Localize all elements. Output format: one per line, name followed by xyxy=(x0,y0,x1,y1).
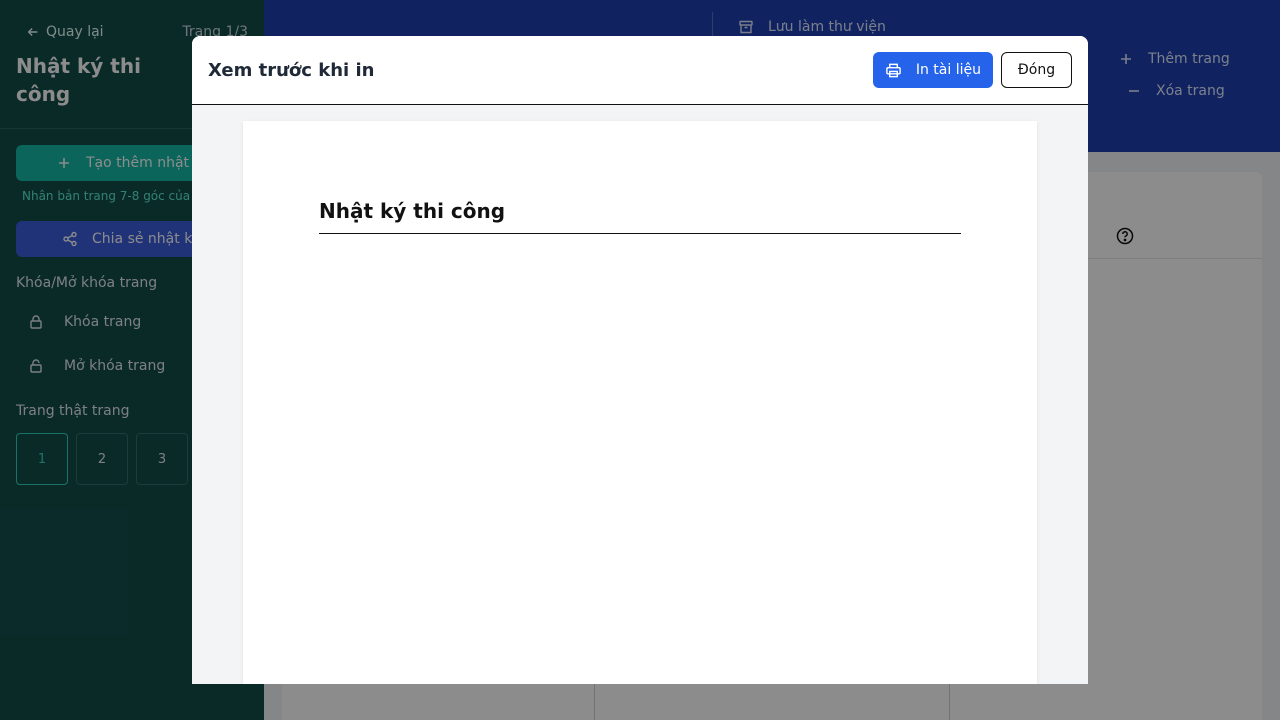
print-button[interactable]: In tài liệu xyxy=(872,52,993,88)
print-label: In tài liệu xyxy=(915,62,981,78)
print-preview-modal: Xem trước khi in In tài liệu Đóng Nhật k… xyxy=(192,36,1088,684)
printer-icon xyxy=(886,63,901,77)
close-button[interactable]: Đóng xyxy=(1001,52,1072,88)
modal-header: Xem trước khi in In tài liệu Đóng xyxy=(192,36,1088,105)
modal-title: Xem trước khi in xyxy=(208,59,375,81)
modal-actions: In tài liệu Đóng xyxy=(872,52,1072,88)
document-title: Nhật ký thi công xyxy=(319,199,961,234)
document-page: Nhật ký thi công xyxy=(243,121,1037,684)
